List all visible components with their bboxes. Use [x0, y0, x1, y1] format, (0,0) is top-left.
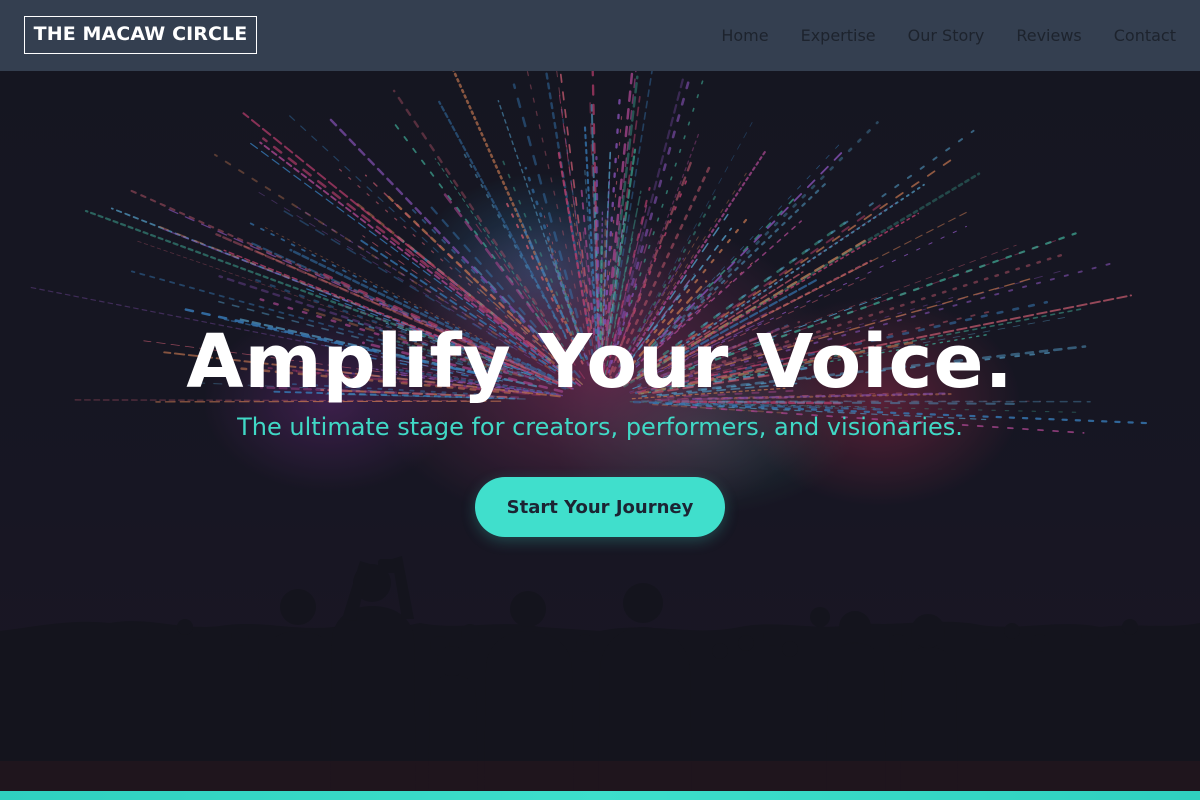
nav-link-reviews[interactable]: Reviews [1016, 26, 1081, 45]
accent-strip [0, 791, 1200, 800]
hero-content: Amplify Your Voice. The ultimate stage f… [0, 71, 1200, 791]
main-nav: Home Expertise Our Story Reviews Contact [721, 0, 1176, 71]
hero-section: Amplify Your Voice. The ultimate stage f… [0, 71, 1200, 791]
nav-link-contact[interactable]: Contact [1114, 26, 1176, 45]
nav-link-our-story[interactable]: Our Story [908, 26, 985, 45]
start-journey-button[interactable]: Start Your Journey [475, 477, 725, 537]
hero-title: Amplify Your Voice. [186, 319, 1014, 405]
nav-link-home[interactable]: Home [721, 26, 768, 45]
nav-link-expertise[interactable]: Expertise [801, 26, 876, 45]
navbar: THE MACAW CIRCLE Home Expertise Our Stor… [0, 0, 1200, 71]
site-logo[interactable]: THE MACAW CIRCLE [24, 16, 257, 54]
hero-subtitle: The ultimate stage for creators, perform… [237, 413, 963, 441]
